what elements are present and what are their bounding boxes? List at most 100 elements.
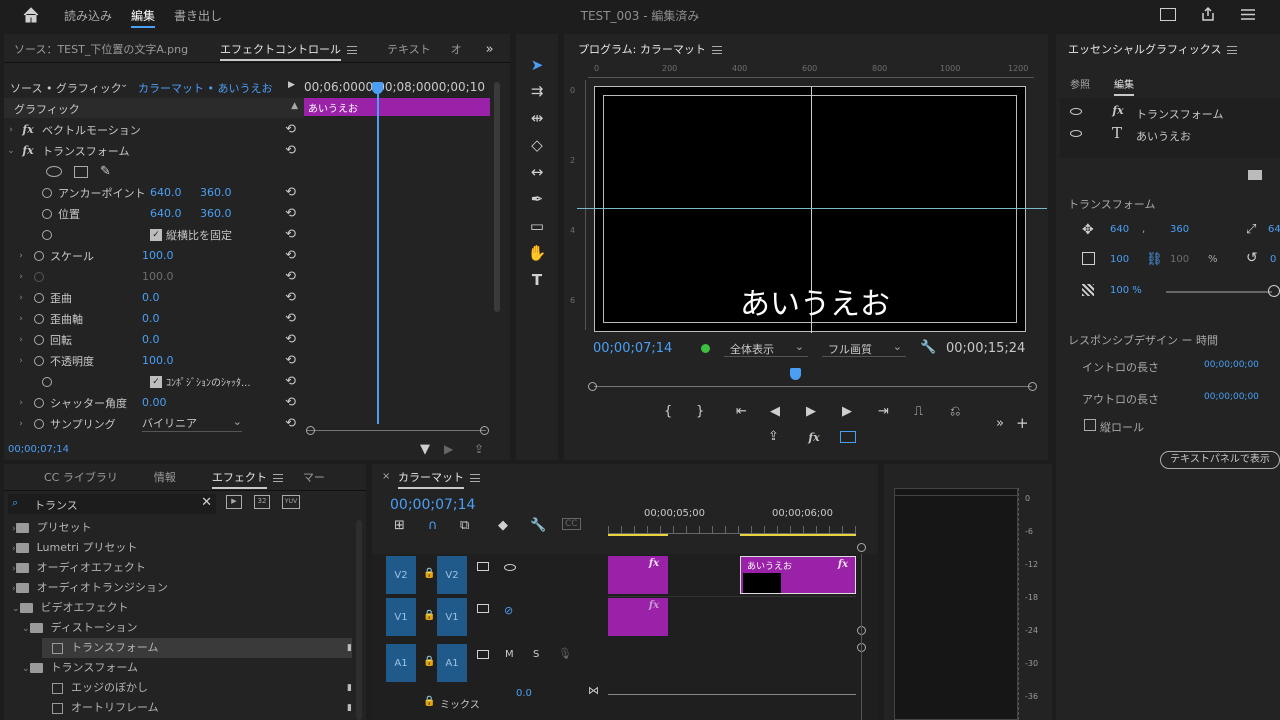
reset-icon[interactable]: ⟲ xyxy=(285,395,296,410)
home-icon[interactable] xyxy=(22,6,40,24)
reset-icon[interactable]: ⟲ xyxy=(285,206,296,221)
source-patch-a1[interactable]: A1 xyxy=(386,644,416,682)
rect-mask-icon[interactable] xyxy=(74,165,88,178)
panel-menu-icon[interactable] xyxy=(711,46,722,54)
opacity-value[interactable]: 100.0 xyxy=(142,354,174,367)
tree-item-auto-reframe[interactable]: オートリフレーム ▮ xyxy=(52,698,352,718)
share-icon[interactable] xyxy=(1200,6,1216,22)
work-area-bar[interactable] xyxy=(608,534,668,536)
pen-tool-icon[interactable]: ✒ xyxy=(526,188,548,210)
rotation-value[interactable]: 0.0 xyxy=(142,333,160,346)
source-dropdown[interactable]: ソース • グラフィック xyxy=(10,80,122,96)
filter-icon[interactable]: ▼ xyxy=(420,442,430,457)
workspace-menu-icon[interactable] xyxy=(1240,8,1256,21)
scale-value[interactable]: 100 xyxy=(1110,254,1129,265)
effect-row-vector-motion[interactable]: › fx ベクトルモーション ⟲ xyxy=(4,119,304,140)
param-uniform-scale[interactable]: ✓ 縦横比を固定 ⟲ xyxy=(4,224,304,245)
step-forward-icon[interactable]: ▶ xyxy=(842,404,852,419)
opacity-slider-handle[interactable] xyxy=(1268,285,1280,297)
safe-margins-icon[interactable] xyxy=(840,431,856,443)
track-select-tool-icon[interactable]: ⇉ xyxy=(526,80,548,102)
track-target-v1[interactable]: V1 xyxy=(437,598,467,636)
tree-item-audio-transitions[interactable]: › オーディオトランジション xyxy=(12,578,168,598)
play-clip-icon[interactable]: ▶ xyxy=(288,80,295,90)
reset-icon[interactable]: ⟲ xyxy=(285,185,296,200)
new-group-icon[interactable] xyxy=(1248,170,1262,180)
hand-tool-icon[interactable]: ✋ xyxy=(526,242,548,264)
extract-icon[interactable]: ⎌ xyxy=(950,404,960,419)
panel-menu-icon[interactable] xyxy=(470,474,480,482)
mark-in-icon[interactable]: { xyxy=(664,404,672,419)
reset-icon[interactable]: ⟲ xyxy=(285,122,296,137)
tree-item-transform-folder[interactable]: ⌄ トランスフォーム xyxy=(22,658,138,678)
yuv-filter-icon[interactable]: YUV xyxy=(282,495,300,509)
panel-layout-icon[interactable] xyxy=(1160,8,1176,21)
lock-icon[interactable]: 🔒 xyxy=(423,656,435,667)
captions-icon[interactable]: CC xyxy=(562,518,581,530)
reset-icon[interactable]: ⟲ xyxy=(285,290,296,305)
source-patch-v1[interactable]: V1 xyxy=(386,598,416,636)
stopwatch-icon[interactable] xyxy=(34,250,44,261)
tab-cc-library[interactable]: CC ライブラリ xyxy=(34,469,128,485)
import-tab[interactable]: 読み込み xyxy=(64,7,112,24)
clip-v2-fx[interactable]: fx xyxy=(608,556,668,594)
solo-button[interactable]: S xyxy=(533,649,539,660)
reset-icon[interactable]: ⟲ xyxy=(285,143,296,158)
tab-edit[interactable]: 編集 xyxy=(1114,76,1134,96)
pen-mask-icon[interactable]: ✎ xyxy=(100,164,111,179)
film-icon[interactable] xyxy=(477,562,489,571)
tree-item-edge-feather[interactable]: エッジのぼかし ▮ xyxy=(52,678,352,698)
tab-effects[interactable]: エフェクト xyxy=(202,469,293,489)
type-tool-icon[interactable]: T xyxy=(526,269,548,291)
rotation-value[interactable]: 0 xyxy=(1270,254,1276,265)
tab-other[interactable]: オ xyxy=(441,41,472,57)
slip-tool-icon[interactable]: ↔ xyxy=(526,161,548,183)
microphone-icon[interactable]: 🎙 xyxy=(558,647,572,660)
sampling-dropdown[interactable]: バイリニア ⌄ xyxy=(142,415,242,432)
timecode-display[interactable]: 00;00;07;14 xyxy=(8,444,69,455)
track-target-v2[interactable]: V2 xyxy=(437,556,467,594)
wrench-icon[interactable]: 🔧 xyxy=(920,340,936,355)
effect-row-transform[interactable]: ⌄ fx トランスフォーム ⟲ xyxy=(4,140,304,161)
tree-item-transform-selected[interactable]: トランスフォーム ▮ xyxy=(42,638,352,658)
tree-item-presets[interactable]: › プリセット xyxy=(12,518,92,538)
mini-playhead-handle[interactable] xyxy=(372,82,383,94)
param-shutter-angle[interactable]: › シャッター角度 0.00 ⟲ xyxy=(4,392,304,413)
clip-dropdown[interactable]: カラーマット • あいうえお xyxy=(138,80,272,96)
layer-row-transform[interactable]: fx トランスフォーム xyxy=(1060,102,1280,122)
panel-menu-icon[interactable] xyxy=(347,46,357,54)
anchor-value[interactable]: 64 xyxy=(1268,224,1280,235)
reset-icon[interactable]: ⟲ xyxy=(285,353,296,368)
quality-dropdown[interactable]: フル画質 ⌄ xyxy=(822,339,906,357)
panel-menu-icon[interactable] xyxy=(272,474,283,482)
scrub-in-handle[interactable] xyxy=(588,382,597,391)
sequence-tab[interactable]: カラーマット xyxy=(398,469,480,489)
tab-text[interactable]: テキスト xyxy=(377,41,441,57)
opacity-value[interactable]: 100 % xyxy=(1110,285,1142,296)
tree-item-distortion[interactable]: ⌄ ディストーション xyxy=(22,618,138,638)
insert-nest-icon[interactable]: ⊞ xyxy=(394,518,405,533)
checkbox-checked[interactable]: ✓ xyxy=(150,375,162,388)
lock-icon[interactable]: 🔒 xyxy=(423,568,435,579)
timeline-timecode[interactable]: 00;00;07;14 xyxy=(390,497,475,513)
anchor-x-value[interactable]: 640.0 xyxy=(150,186,200,199)
effects-search-field[interactable]: ⌕ トランス ✕ xyxy=(8,494,216,514)
canvas-text[interactable]: あいうえお xyxy=(725,279,905,323)
rectangle-tool-icon[interactable]: ▭ xyxy=(526,215,548,237)
export-tab[interactable]: 書き出し xyxy=(174,7,222,24)
zoom-handle-right[interactable] xyxy=(480,426,489,435)
v-scroll-line[interactable] xyxy=(861,554,862,720)
stopwatch-icon[interactable] xyxy=(34,397,44,408)
eye-icon[interactable] xyxy=(504,564,516,571)
stopwatch-icon[interactable] xyxy=(34,313,44,324)
add-button-icon[interactable]: + xyxy=(1016,414,1029,432)
skew-value[interactable]: 0.0 xyxy=(142,291,160,304)
work-area-bar-2[interactable] xyxy=(740,534,856,536)
stopwatch-icon[interactable] xyxy=(34,334,44,345)
zoom-handle-left[interactable] xyxy=(306,426,315,435)
tree-item-video-effects[interactable]: ⌄ ビデオエフェクト xyxy=(12,598,129,618)
eye-icon[interactable] xyxy=(1070,130,1082,137)
tree-item-lumetri[interactable]: › Lumetri プリセット xyxy=(12,538,137,558)
lock-icon[interactable]: 🔒 xyxy=(423,610,435,621)
video-canvas[interactable]: あいうえお xyxy=(577,86,1047,333)
